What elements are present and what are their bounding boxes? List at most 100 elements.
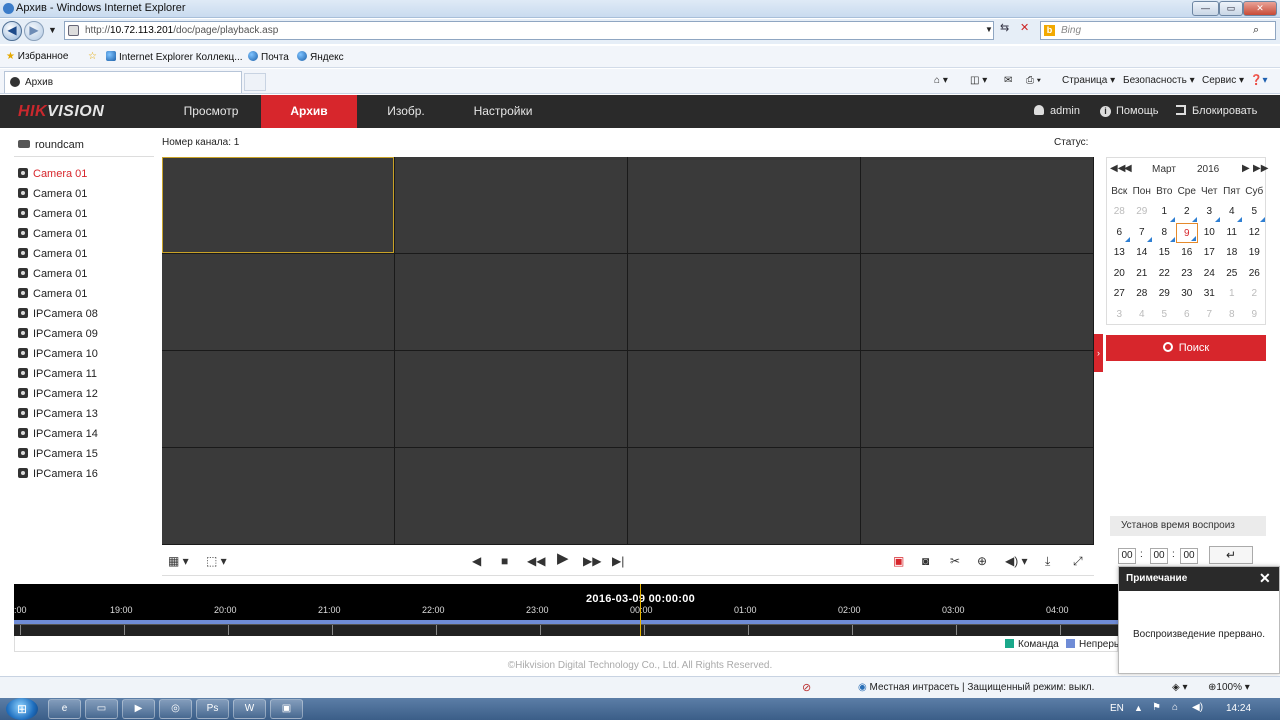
camera-item[interactable]: IPCamera 13 <box>18 406 98 426</box>
calendar-day[interactable]: 22 <box>1153 264 1176 285</box>
stop-icon[interactable]: ✕ <box>1020 21 1029 34</box>
camera-item[interactable]: Camera 01 <box>18 246 87 266</box>
camera-item[interactable]: Camera 01 <box>18 186 87 206</box>
history-dropdown-icon[interactable]: ▼ <box>48 25 57 35</box>
camera-item[interactable]: IPCamera 16 <box>18 466 98 486</box>
calendar-day[interactable]: 13 <box>1108 243 1131 264</box>
calendar-day[interactable]: 6 <box>1108 223 1131 244</box>
taskbar-app-icon[interactable]: ▣ <box>270 699 303 719</box>
calendar-day[interactable]: 14 <box>1131 243 1154 264</box>
calendar-day[interactable]: 26 <box>1243 264 1266 285</box>
calendar-day[interactable]: 3 <box>1198 202 1221 223</box>
maximize-button[interactable]: ▭ <box>1219 1 1243 16</box>
calendar-day[interactable]: 2 <box>1176 202 1199 223</box>
page-menu[interactable]: Страница ▾ <box>1062 75 1115 86</box>
calendar-day[interactable]: 9 <box>1243 305 1266 326</box>
calendar-day[interactable]: 19 <box>1243 243 1266 264</box>
prev-month-button[interactable]: ◀ <box>1124 163 1132 174</box>
camera-item[interactable]: IPCamera 12 <box>18 386 98 406</box>
fav-link-mail[interactable]: Почта <box>248 51 289 63</box>
hour-field[interactable]: 00 <box>1118 548 1136 564</box>
add-favorite-icon[interactable]: ☆ <box>88 51 97 62</box>
tab-archive[interactable]: Архив <box>4 71 242 93</box>
calendar-day[interactable]: 11 <box>1221 223 1244 244</box>
video-window[interactable] <box>628 157 860 253</box>
camera-item[interactable]: IPCamera 10 <box>18 346 98 366</box>
calendar-day[interactable]: 17 <box>1198 243 1221 264</box>
popup-blocked-icon[interactable]: ⊘ <box>802 681 811 694</box>
network-icon[interactable]: ⌂ <box>1172 702 1178 713</box>
print-icon[interactable]: ⎙ ▾ <box>1026 75 1041 86</box>
taskbar-explorer-icon[interactable]: ▭ <box>85 699 118 719</box>
timeline[interactable]: 2016-03-09 00:00:00 :00 19:00 20:00 21:00 22… <box>14 584 1118 636</box>
stop-all-icon[interactable]: ▣ <box>893 555 904 567</box>
new-tab-button[interactable] <box>244 73 266 91</box>
tray-arrow-icon[interactable]: ▲ <box>1134 703 1143 713</box>
menu-picture[interactable]: Изобр. <box>368 95 444 128</box>
compatibility-icon[interactable]: ⇆ <box>1000 21 1009 34</box>
calendar-day[interactable]: 28 <box>1131 284 1154 305</box>
fav-link-yandex[interactable]: Яндекс <box>297 51 344 63</box>
protected-mode-icon[interactable]: ◈ ▾ <box>1172 682 1188 693</box>
camera-item[interactable]: IPCamera 11 <box>18 366 97 386</box>
video-window[interactable] <box>162 254 394 350</box>
video-window[interactable] <box>395 157 627 253</box>
calendar-day[interactable]: 7 <box>1198 305 1221 326</box>
calendar-day[interactable]: 16 <box>1176 243 1199 264</box>
reverse-play-icon[interactable]: ◀ <box>472 555 481 567</box>
camera-item[interactable]: IPCamera 15 <box>18 446 98 466</box>
calendar-day[interactable]: 1 <box>1153 202 1176 223</box>
minute-field[interactable]: 00 <box>1150 548 1168 564</box>
calendar-day[interactable]: 25 <box>1221 264 1244 285</box>
mail-icon[interactable]: ✉ <box>1004 75 1012 86</box>
camera-item[interactable]: IPCamera 14 <box>18 426 98 446</box>
favorites-button[interactable]: ★ Избранное <box>6 51 68 62</box>
calendar-day[interactable]: 29 <box>1153 284 1176 305</box>
calendar-day[interactable]: 6 <box>1176 305 1199 326</box>
taskbar-word-icon[interactable]: W <box>233 699 266 719</box>
address-dropdown-icon[interactable]: ▼ <box>985 25 993 34</box>
taskbar-ie-icon[interactable]: e <box>48 699 81 719</box>
zoom-level[interactable]: ⊕100% ▾ <box>1208 682 1250 693</box>
help-link[interactable]: i Помощь <box>1100 105 1159 117</box>
video-window[interactable] <box>861 254 1093 350</box>
forward-button[interactable]: ▶ <box>24 21 44 41</box>
taskbar-photoshop-icon[interactable]: Ps <box>196 699 229 719</box>
speed-up-icon[interactable]: ▶▶ <box>583 555 601 567</box>
calendar-day-selected[interactable]: 9 <box>1175 222 1198 243</box>
audio-icon[interactable]: ◀) ▾ <box>1005 555 1028 567</box>
fav-link-ie-gallery[interactable]: Internet Explorer Коллекц... <box>106 51 243 63</box>
menu-live-view[interactable]: Просмотр <box>168 95 254 128</box>
calendar-day[interactable]: 27 <box>1108 284 1131 305</box>
camera-item[interactable]: IPCamera 09 <box>18 326 98 346</box>
calendar-day[interactable]: 4 <box>1221 202 1244 223</box>
download-icon[interactable]: ⤓ <box>1045 555 1050 567</box>
calendar-day[interactable]: 28 <box>1108 202 1131 223</box>
camera-item[interactable]: IPCamera 08 <box>18 306 98 326</box>
clock[interactable]: 14:24 <box>1226 703 1251 714</box>
calendar-day[interactable]: 20 <box>1108 264 1131 285</box>
digital-zoom-icon[interactable]: ⊕ <box>977 555 987 567</box>
help-icon[interactable]: ❓▾ <box>1250 75 1267 86</box>
calendar-day[interactable]: 31 <box>1198 284 1221 305</box>
video-window[interactable] <box>162 351 394 447</box>
search-field[interactable]: b Bing ⌕ <box>1040 21 1276 40</box>
close-window-button[interactable]: ✕ <box>1243 1 1277 16</box>
slow-down-icon[interactable]: ◀◀ <box>527 555 545 567</box>
flag-icon[interactable]: ⚑ <box>1152 702 1161 713</box>
security-menu[interactable]: Безопасность ▾ <box>1123 75 1195 86</box>
calendar-day[interactable]: 30 <box>1176 284 1199 305</box>
calendar-day[interactable]: 1 <box>1221 284 1244 305</box>
search-icon[interactable]: ⌕ <box>1253 24 1259 37</box>
tools-menu[interactable]: Сервис ▾ <box>1202 75 1244 86</box>
video-window[interactable] <box>395 351 627 447</box>
calendar-day[interactable]: 8 <box>1221 305 1244 326</box>
close-icon[interactable]: ✕ <box>1259 570 1271 587</box>
calendar-day[interactable]: 29 <box>1131 202 1154 223</box>
calendar-day[interactable]: 12 <box>1243 223 1266 244</box>
timeline-cursor[interactable] <box>640 584 641 636</box>
language-indicator[interactable]: EN <box>1110 703 1124 714</box>
calendar-day[interactable]: 24 <box>1198 264 1221 285</box>
video-window[interactable] <box>628 254 860 350</box>
calendar-day[interactable]: 3 <box>1108 305 1131 326</box>
